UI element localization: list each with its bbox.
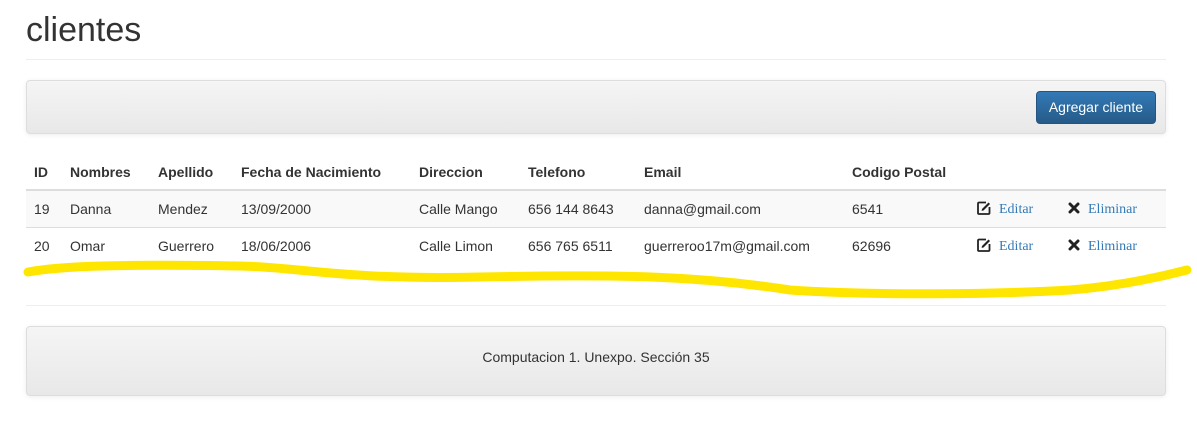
cell-email: danna@gmail.com: [636, 190, 844, 228]
header-fecha-nacimiento: Fecha de Nacimiento: [233, 154, 411, 191]
toolbar-panel: Agregar cliente: [26, 80, 1166, 134]
cell-apellido: Mendez: [150, 190, 233, 228]
delete-link[interactable]: Eliminar: [1088, 202, 1137, 217]
cell-codigo-postal: 6541: [844, 190, 969, 228]
cell-telefono: 656 144 8643: [520, 190, 636, 228]
clients-table: ID Nombres Apellido Fecha de Nacimiento …: [26, 154, 1166, 264]
cell-codigo-postal: 62696: [844, 227, 969, 264]
header-nombres: Nombres: [62, 154, 150, 191]
header-email: Email: [636, 154, 844, 191]
header-delete-column: [1060, 154, 1166, 191]
footer-text: Computacion 1. Unexpo. Sección 35: [482, 349, 710, 365]
cell-fecha: 18/06/2006: [233, 227, 411, 264]
cell-id: 19: [26, 190, 62, 228]
cell-direccion: Calle Limon: [411, 227, 520, 264]
cell-delete: Eliminar: [1060, 227, 1166, 264]
edit-link[interactable]: Editar: [999, 202, 1033, 217]
table-header-row: ID Nombres Apellido Fecha de Nacimiento …: [26, 154, 1166, 191]
delete-link[interactable]: Eliminar: [1088, 239, 1137, 254]
table-row: 20 Omar Guerrero 18/06/2006 Calle Limon …: [26, 227, 1166, 264]
close-icon[interactable]: [1068, 201, 1080, 217]
cell-nombres: Danna: [62, 190, 150, 228]
title-divider: [26, 59, 1166, 60]
section-divider: [26, 305, 1166, 306]
cell-id: 20: [26, 227, 62, 264]
cell-delete: Eliminar: [1060, 190, 1166, 228]
header-direccion: Direccion: [411, 154, 520, 191]
header-id: ID: [26, 154, 62, 191]
cell-telefono: 656 765 6511: [520, 227, 636, 264]
cell-edit: Editar: [969, 190, 1060, 228]
header-edit-column: [969, 154, 1060, 191]
edit-icon[interactable]: [977, 238, 991, 255]
header-codigo-postal: Codigo Postal: [844, 154, 969, 191]
cell-email: guerreroo17m@gmail.com: [636, 227, 844, 264]
edit-link[interactable]: Editar: [999, 239, 1033, 254]
cell-edit: Editar: [969, 227, 1060, 264]
cell-nombres: Omar: [62, 227, 150, 264]
table-row: 19 Danna Mendez 13/09/2000 Calle Mango 6…: [26, 190, 1166, 228]
add-client-button[interactable]: Agregar cliente: [1035, 91, 1156, 124]
header-apellido: Apellido: [150, 154, 233, 191]
close-icon[interactable]: [1068, 238, 1080, 254]
page-title: clientes: [26, 11, 142, 49]
cell-fecha: 13/09/2000: [233, 190, 411, 228]
edit-icon[interactable]: [977, 201, 991, 218]
cell-apellido: Guerrero: [150, 227, 233, 264]
cell-direccion: Calle Mango: [411, 190, 520, 228]
footer-panel: Computacion 1. Unexpo. Sección 35: [26, 326, 1166, 396]
header-telefono: Telefono: [520, 154, 636, 191]
